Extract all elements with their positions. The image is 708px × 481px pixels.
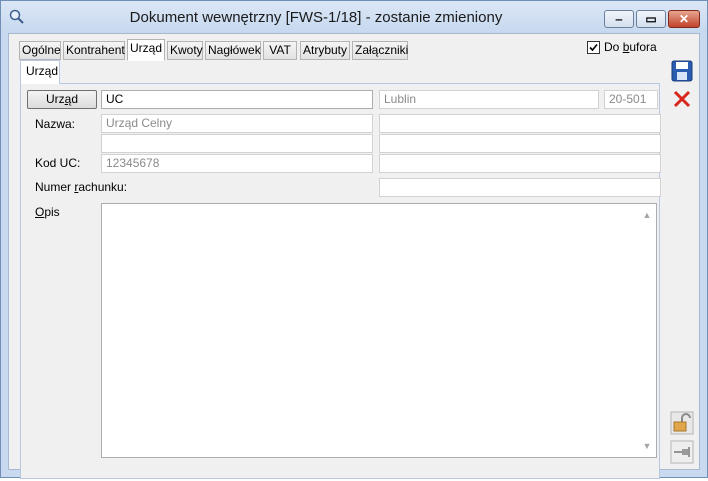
- urzad-panel: Urząd UC Lublin 20-501 Nazwa: Urząd Celn…: [20, 83, 661, 479]
- nazwa-field: Urząd Celny: [101, 114, 373, 133]
- pin-button[interactable]: [670, 440, 694, 464]
- lock-button[interactable]: [670, 411, 694, 435]
- checkmark-icon: [589, 43, 598, 52]
- cancel-icon: [673, 90, 691, 108]
- opis-label: Opis: [35, 205, 60, 219]
- kod-uc-field-2: [379, 154, 661, 173]
- nazwa-field-4: [379, 134, 661, 153]
- tab-vat[interactable]: VAT: [263, 41, 297, 60]
- numer-rachunku-field[interactable]: [379, 178, 661, 197]
- urzad-select-button[interactable]: Urząd: [27, 90, 97, 109]
- urzad-tab-content: Urząd Urząd UC Lublin 20-501 Nazwa: Urzą…: [19, 60, 671, 481]
- pin-icon: [670, 440, 694, 464]
- cancel-button[interactable]: [670, 87, 694, 111]
- tab-atrybuty[interactable]: Atrybuty: [300, 41, 350, 60]
- lock-icon: [670, 411, 694, 435]
- title-bar: Dokument wewnętrzny [FWS-1/18] - zostani…: [1, 1, 707, 33]
- window: Dokument wewnętrzny [FWS-1/18] - zostani…: [0, 0, 708, 479]
- minimize-button[interactable]: ‒: [604, 10, 634, 28]
- maximize-icon: ▭: [645, 12, 657, 26]
- tab-kwoty[interactable]: Kwoty: [167, 41, 203, 60]
- save-button[interactable]: [670, 59, 694, 83]
- postal-code-field: 20-501: [604, 90, 658, 109]
- nazwa-field-2: [379, 114, 661, 133]
- tab-ogolne[interactable]: Ogólne: [19, 41, 61, 60]
- tab-kontrahent[interactable]: Kontrahent: [63, 41, 125, 60]
- close-icon: ✕: [678, 12, 690, 26]
- subtab-urzad[interactable]: Urząd: [20, 60, 60, 84]
- city-field: Lublin: [379, 90, 599, 109]
- window-title: Dokument wewnętrzny [FWS-1/18] - zostani…: [129, 9, 503, 26]
- urzad-code-field[interactable]: UC: [101, 90, 373, 109]
- nazwa-label: Nazwa:: [35, 117, 76, 131]
- tab-zalaczniki[interactable]: Załączniki: [352, 41, 408, 60]
- nazwa-field-3: [101, 134, 373, 153]
- tab-naglowek[interactable]: Nagłówek: [205, 41, 261, 60]
- maximize-button[interactable]: ▭: [636, 10, 666, 28]
- kod-uc-label: Kod UC:: [35, 156, 81, 170]
- minimize-icon: ‒: [615, 12, 623, 26]
- tab-urzad[interactable]: Urząd: [127, 39, 165, 61]
- scroll-down-icon[interactable]: ▼: [642, 441, 652, 451]
- client-area: Ogólne Kontrahent Urząd Kwoty Nagłówek V…: [8, 33, 700, 479]
- close-button[interactable]: ✕: [668, 10, 700, 28]
- numer-rachunku-label: Numer rachunku:: [35, 180, 128, 194]
- checkbox-box[interactable]: [587, 41, 600, 54]
- do-bufora-label: Do bufora: [604, 40, 657, 54]
- opis-textarea[interactable]: ▲ ▼: [101, 203, 657, 458]
- save-icon: [671, 60, 693, 82]
- kod-uc-field: 12345678: [101, 154, 373, 173]
- scroll-up-icon[interactable]: ▲: [642, 210, 652, 220]
